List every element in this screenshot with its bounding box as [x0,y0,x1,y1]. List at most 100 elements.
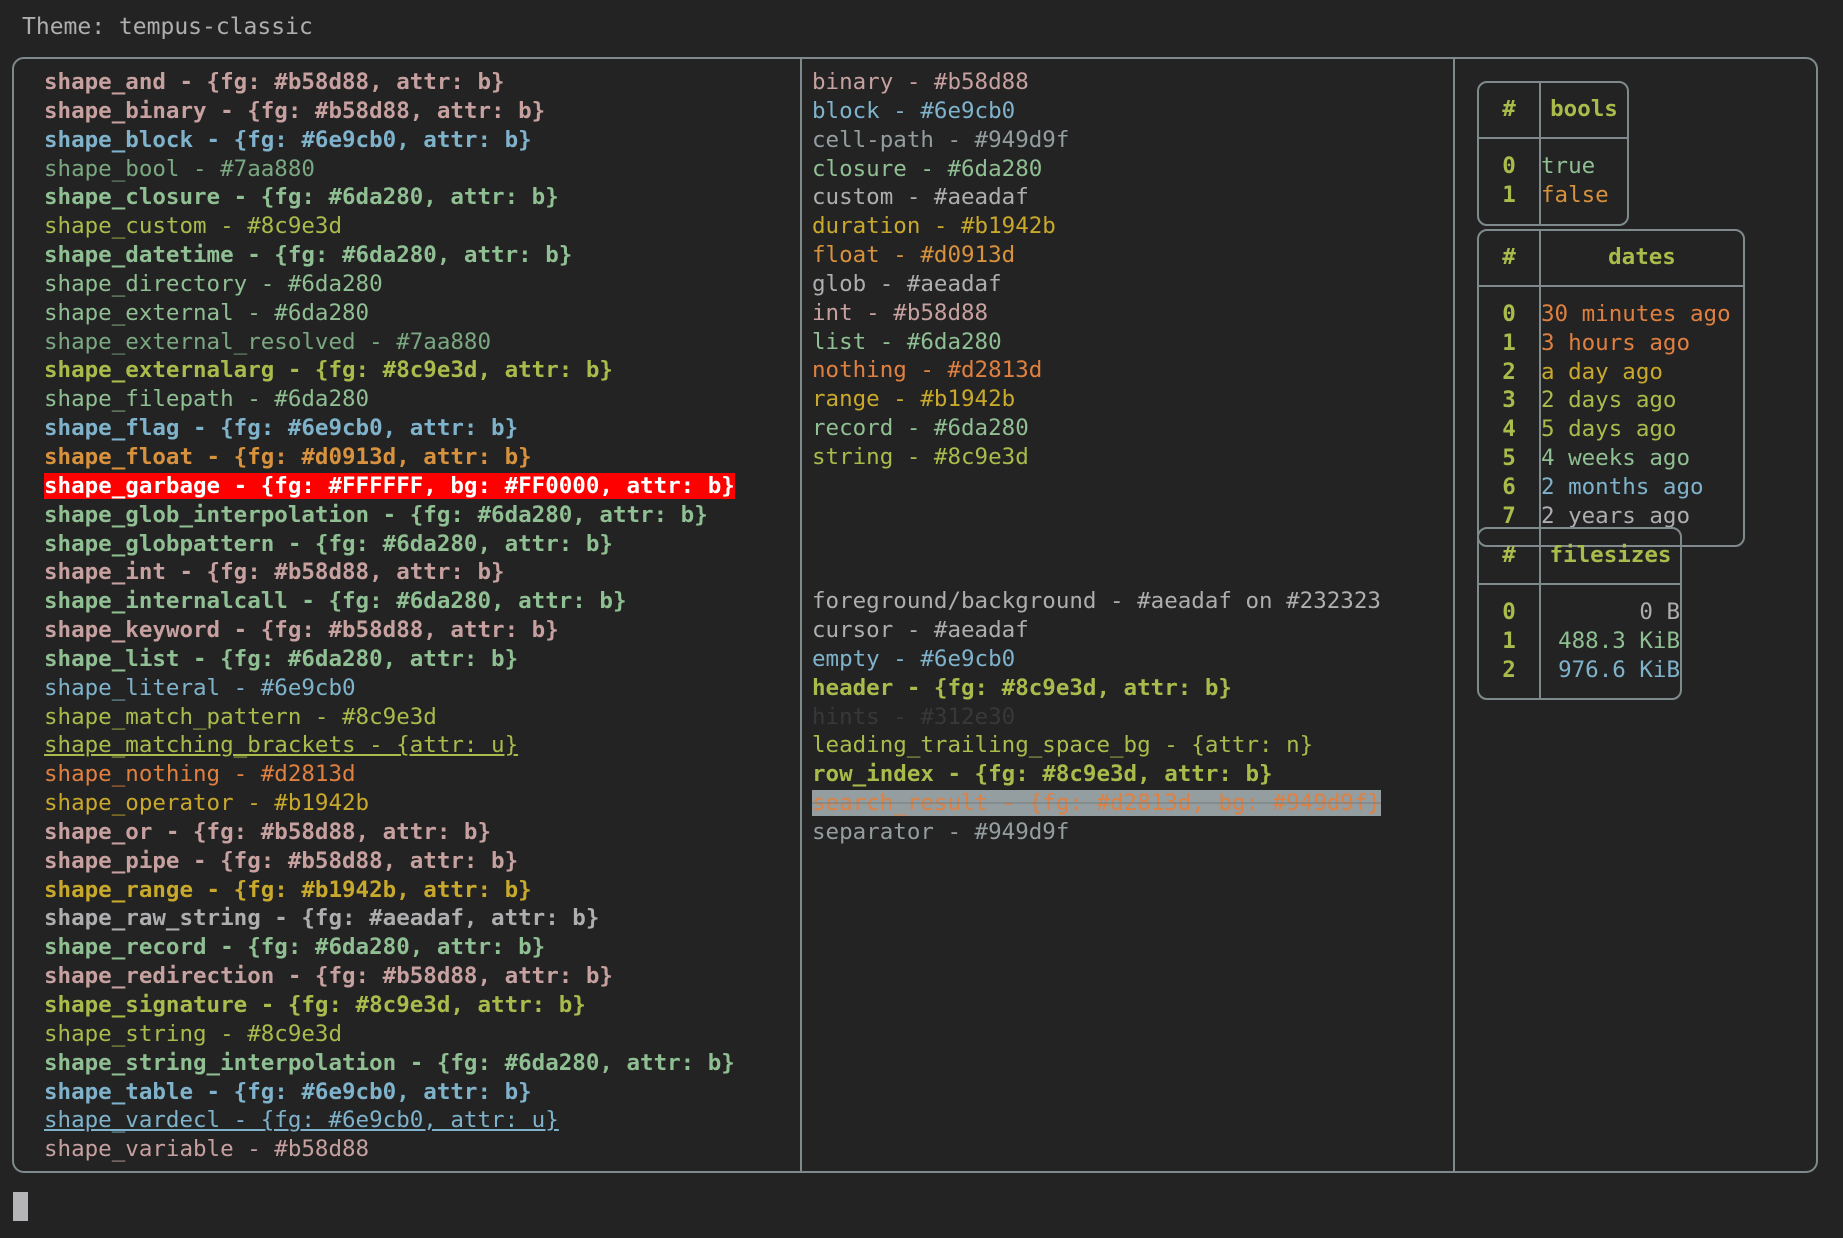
theme-entry-text: binary - #b58d88 [812,69,1029,95]
theme-preview-panel: shape_and - {fg: #b58d88, attr: b} shape_… [12,57,1818,1173]
theme-entry-text: shape_raw_string - {fg: #aeadaf, attr: b… [44,905,600,932]
table-row[interactable]: 1 false [1479,180,1627,224]
table-row[interactable]: 54 weeks ago [1479,444,1743,473]
theme-entry-text: leading_trailing_space_bg - {attr: n} [812,732,1314,759]
theme-entry: shape_external - #6da280 [44,299,735,328]
theme-entry: shape_nothing - #d2813d [44,760,735,789]
table-row[interactable]: 32 days ago [1479,386,1743,416]
theme-entry: shape_vardecl - {fg: #6e9cb0, attr: u} [44,1106,735,1135]
bools-table: # bools 0 true 1 false [1477,81,1629,226]
table-row[interactable]: 62 months ago [1479,472,1743,502]
theme-entry-text: shape_int - {fg: #b58d88, attr: b} [44,559,505,586]
theme-entry: list - #6da280 [812,328,1381,357]
theme-entry-text: shape_binary - {fg: #b58d88, attr: b} [44,97,546,124]
theme-entry-text: shape_string_interpolation - {fg: #6da28… [44,1049,735,1076]
theme-entry-text: shape_operator - #b1942b [44,790,370,817]
theme-entry: duration - #b1942b [812,212,1381,241]
theme-entry-text: empty - #6e9cb0 [812,645,1016,672]
row-value: 30 minutes ago [1541,300,1731,327]
row-value: 4 weeks ago [1541,445,1691,472]
table-row[interactable]: 1 488.3 KiB [1479,626,1680,656]
theme-entry: shape_filepath - #6da280 [44,385,735,414]
row-index: 3 [1479,386,1541,416]
theme-entry-text: search_result - {fg: #d2813d, bg: #949d9… [812,790,1381,817]
theme-entry: shape_keyword - {fg: #b58d88, attr: b} [44,616,735,645]
theme-entry: shape_literal - #6e9cb0 [44,674,735,703]
theme-entry: hints - #312e30 [812,703,1381,732]
theme-entry-text: cell-path - #949d9f [812,126,1070,153]
row-index: 6 [1479,472,1541,502]
theme-entry-text: shape_table - {fg: #6e9cb0, attr: b} [44,1078,532,1105]
theme-entry: glob - #aeadaf [812,270,1381,299]
row-index: 0 [1479,286,1541,329]
row-value: 0 B [1639,598,1680,625]
row-value: a day ago [1541,358,1663,385]
theme-entry: shape_and - {fg: #b58d88, attr: b} [44,68,735,97]
theme-entry-text: string - #8c9e3d [812,443,1029,470]
theme-entry: shape_variable - #b58d88 [44,1135,735,1164]
theme-entry-text: shape_matching_brackets - {attr: u} [44,732,519,759]
theme-entry: row_index - {fg: #8c9e3d, attr: b} [812,760,1381,789]
table-row[interactable]: 2a day ago [1479,357,1743,387]
column-header-index: # [1479,231,1541,287]
column-header-value: bools [1541,83,1627,139]
row-index: 1 [1479,626,1541,656]
table-row[interactable]: 0 true [1479,138,1627,181]
theme-entry-text: list - #6da280 [812,328,1002,355]
theme-entry-text: foreground/background - #aeadaf on #2323… [812,588,1381,615]
theme-entry-text: shape_garbage - {fg: #FFFFFF, bg: #FF000… [44,472,735,499]
terminal-cursor [13,1192,28,1221]
theme-entry: shape_bool - #7aa880 [44,155,735,184]
theme-entry: shape_external_resolved - #7aa880 [44,328,735,357]
theme-entry-text: nothing - #d2813d [812,357,1043,384]
row-value: 5 days ago [1541,416,1677,443]
theme-entry: empty - #6e9cb0 [812,645,1381,674]
table-row[interactable]: 0 30 minutes ago [1479,286,1743,329]
row-value: false [1541,181,1609,208]
row-index: 1 [1479,328,1541,358]
left-column: shape_and - {fg: #b58d88, attr: b} shape_… [14,59,802,1171]
row-value: 3 hours ago [1541,329,1691,356]
theme-entry-text: shape_flag - {fg: #6e9cb0, attr: b} [44,415,519,442]
row-value: 2 months ago [1541,473,1704,500]
theme-entry: shape_record - {fg: #6da280, attr: b} [44,933,735,962]
theme-entry-text: shape_datetime - {fg: #6da280, attr: b} [44,242,573,269]
table-row[interactable]: 2 976.6 KiB [1479,655,1680,699]
theme-entry: block - #6e9cb0 [812,97,1381,126]
table-header-row: # filesizes [1479,529,1680,585]
theme-entry: shape_int - {fg: #b58d88, attr: b} [44,558,735,587]
theme-entry-text: separator - #949d9f [812,818,1070,845]
theme-entry: shape_float - {fg: #d0913d, attr: b} [44,443,735,472]
theme-entry: string - #8c9e3d [812,443,1381,472]
row-index: 1 [1479,180,1541,224]
table-row[interactable]: 45 days ago [1479,415,1743,445]
theme-entry-text: shape_variable - #b58d88 [44,1136,370,1163]
table-header-row: # dates [1479,231,1743,287]
theme-entry-text: int - #b58d88 [812,299,989,326]
theme-entry-text: shape_pipe - {fg: #b58d88, attr: b} [44,847,519,874]
theme-entry: shape_match_pattern - #8c9e3d [44,703,735,732]
row-value: 2 days ago [1541,387,1677,414]
row-index: 4 [1479,415,1541,445]
theme-entry: shape_operator - #b1942b [44,789,735,818]
theme-entry: search_result - {fg: #d2813d, bg: #949d9… [812,789,1381,818]
theme-entry: custom - #aeadaf [812,183,1381,212]
theme-entry-text: shape_filepath - #6da280 [44,386,370,413]
theme-entry: range - #b1942b [812,385,1381,414]
theme-entry-text: shape_or - {fg: #b58d88, attr: b} [44,818,492,845]
theme-entry-text: shape_bool - #7aa880 [44,155,315,182]
theme-entry-text: shape_and - {fg: #b58d88, attr: b} [44,69,505,95]
table-row[interactable]: 0 0 B [1479,584,1680,627]
theme-entry-text: header - {fg: #8c9e3d, attr: b} [812,674,1232,701]
row-index: 0 [1479,138,1541,181]
theme-entry-text: record - #6da280 [812,415,1029,442]
row-value: true [1541,152,1596,179]
theme-entry-text: row_index - {fg: #8c9e3d, attr: b} [812,761,1273,788]
theme-entry-text: shape_externalarg - {fg: #8c9e3d, attr: … [44,357,613,384]
table-row[interactable]: 13 hours ago [1479,328,1743,358]
middle-column: binary - #b58d88 block - #6e9cb0 cell-path… [802,59,1455,1171]
theme-entry: shape_directory - #6da280 [44,270,735,299]
theme-entry: shape_datetime - {fg: #6da280, attr: b} [44,241,735,270]
theme-entry-text: shape_keyword - {fg: #b58d88, attr: b} [44,617,559,644]
